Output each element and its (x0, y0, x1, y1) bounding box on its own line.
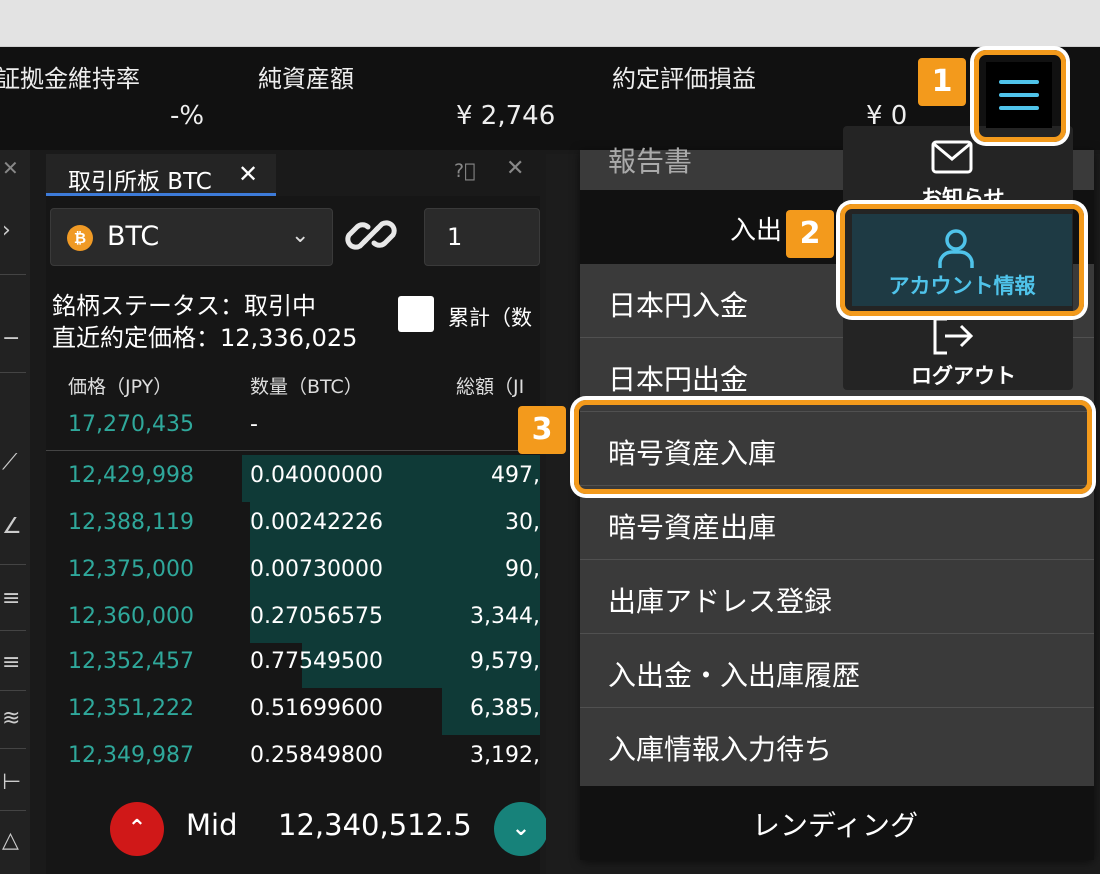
chevron-right-icon[interactable]: › (2, 218, 11, 243)
close-icon[interactable]: ✕ (238, 160, 258, 188)
logout-label[interactable]: ログアウト (911, 360, 1016, 390)
row-total: 497, (491, 463, 540, 488)
mid-label: Mid (186, 808, 238, 842)
net-assets-label: 純資産額 (258, 65, 354, 93)
draw-line-icon[interactable]: ⟋ (2, 450, 17, 475)
left-panel-edge: ✕ › − ⟋ ∠ ≡ ≡ ≋ ⊢ △ (0, 150, 30, 874)
draw-angle-icon[interactable]: ∠ (2, 514, 22, 539)
board-row[interactable]: 12,388,119 0.00242226 30, (46, 502, 540, 549)
margin-ratio-value: -% (170, 101, 205, 131)
row-amount: 0.51699600 (250, 696, 383, 721)
symbol-select[interactable]: ₿ BTC ⌄ (50, 208, 333, 266)
row-price: 12,429,998 (68, 463, 194, 488)
menu-item-lending[interactable]: レンディング (580, 786, 1094, 860)
step-badge-1: 1 (918, 58, 966, 106)
row-amount: 0.77549500 (250, 649, 383, 674)
menu-lines-icon[interactable]: ≡ (2, 586, 20, 611)
row-price: 12,388,119 (68, 510, 194, 535)
step-badge-2: 2 (786, 210, 834, 258)
step-badge-3: 3 (518, 406, 566, 454)
row-price: 12,351,222 (68, 696, 194, 721)
board-row[interactable]: 12,349,987 0.25849800 3,192, (46, 735, 540, 782)
spread-divider (46, 450, 540, 451)
help-icon[interactable]: ?⃝ (454, 160, 476, 182)
row-total: 3,192, (470, 743, 540, 768)
board-row[interactable]: 12,360,000 0.27056575 3,344, (46, 596, 540, 643)
menu-item-partial[interactable]: 報告書 (608, 140, 692, 180)
chevron-down-icon: ⌄ (291, 223, 310, 248)
mail-icon (931, 140, 973, 174)
board-row[interactable]: 12,429,998 0.04000000 497, (46, 455, 540, 502)
highlight-1 (974, 50, 1066, 142)
row-total: 6,385, (470, 696, 540, 721)
logout-icon (933, 317, 974, 355)
ruler-icon[interactable]: ⊢ (2, 770, 21, 795)
highlight-2 (840, 204, 1084, 316)
board-row[interactable]: 12,352,457 0.77549500 9,579, (46, 641, 540, 688)
tab-label: 取引所板 BTC (68, 169, 212, 195)
row-amount: 0.27056575 (250, 604, 383, 629)
panel-close-icon[interactable]: ✕ (506, 156, 524, 181)
board-row-top[interactable]: 17,270,435 - (46, 404, 540, 451)
row-price: 12,375,000 (68, 557, 194, 582)
scroll-down-button[interactable]: ⌄ (494, 802, 548, 856)
col-header-amount: 数量（BTC） (250, 376, 363, 398)
cumulative-label: 累計（数 (448, 306, 532, 330)
pnl-label: 約定評価損益 (612, 65, 756, 93)
menu-item-address-register[interactable]: 出庫アドレス登録 (580, 560, 1094, 634)
menu-section-label: 入出 (730, 216, 783, 246)
wave-icon[interactable]: ≋ (2, 706, 20, 731)
row-price: 12,352,457 (68, 649, 194, 674)
row-amount: 0.00242226 (250, 510, 383, 535)
row-amount: 0.25849800 (250, 743, 383, 768)
bitcoin-icon: ₿ (67, 225, 93, 251)
row-price: 12,349,987 (68, 743, 194, 768)
col-header-price: 価格（JPY） (68, 376, 173, 398)
row-total: 90, (505, 557, 540, 582)
row-total: 30, (505, 510, 540, 535)
board-row[interactable]: 12,375,000 0.00730000 90, (46, 549, 540, 596)
symbol-status: 銘柄ステータス：取引中 (52, 292, 316, 320)
close-icon[interactable]: ✕ (2, 156, 19, 180)
margin-ratio-label: 証拠金維持率 (0, 65, 140, 93)
tab-board-btc[interactable]: 取引所板 BTC ✕ (46, 154, 276, 196)
highlight-3 (574, 400, 1092, 494)
row-amount: - (250, 412, 258, 437)
last-trade-price: 直近約定価格：12,336,025 (52, 324, 358, 352)
triangle-icon[interactable]: △ (2, 828, 19, 853)
scroll-up-button[interactable]: ⌃ (110, 802, 164, 856)
row-amount: 0.04000000 (250, 463, 383, 488)
row-amount: 0.00730000 (250, 557, 383, 582)
symbol-value: BTC (107, 221, 160, 252)
row-price: 17,270,435 (68, 412, 194, 437)
row-price: 12,360,000 (68, 604, 194, 629)
link-icon[interactable] (344, 210, 398, 264)
board-row[interactable]: 12,351,222 0.51699600 6,385, (46, 688, 540, 735)
menu-item-crypto-withdraw[interactable]: 暗号資産出庫 (580, 486, 1094, 560)
quantity-input[interactable]: 1 (424, 208, 540, 266)
minus-icon[interactable]: − (2, 326, 20, 351)
mid-price: 12,340,512.5 (278, 808, 472, 842)
menu-item-pending-deposit[interactable]: 入庫情報入力待ち (580, 708, 1094, 782)
col-header-total: 総額（JI (456, 376, 525, 398)
row-total: 3,344, (470, 604, 540, 629)
menu-item-history[interactable]: 入出金・入出庫履歴 (580, 634, 1094, 708)
menu-lines-icon-2[interactable]: ≡ (2, 650, 20, 675)
quantity-value: 1 (447, 223, 463, 251)
net-assets-value: ¥ 2,746 (456, 101, 556, 131)
row-total: 9,579, (470, 649, 540, 674)
cumulative-checkbox[interactable] (398, 296, 434, 332)
